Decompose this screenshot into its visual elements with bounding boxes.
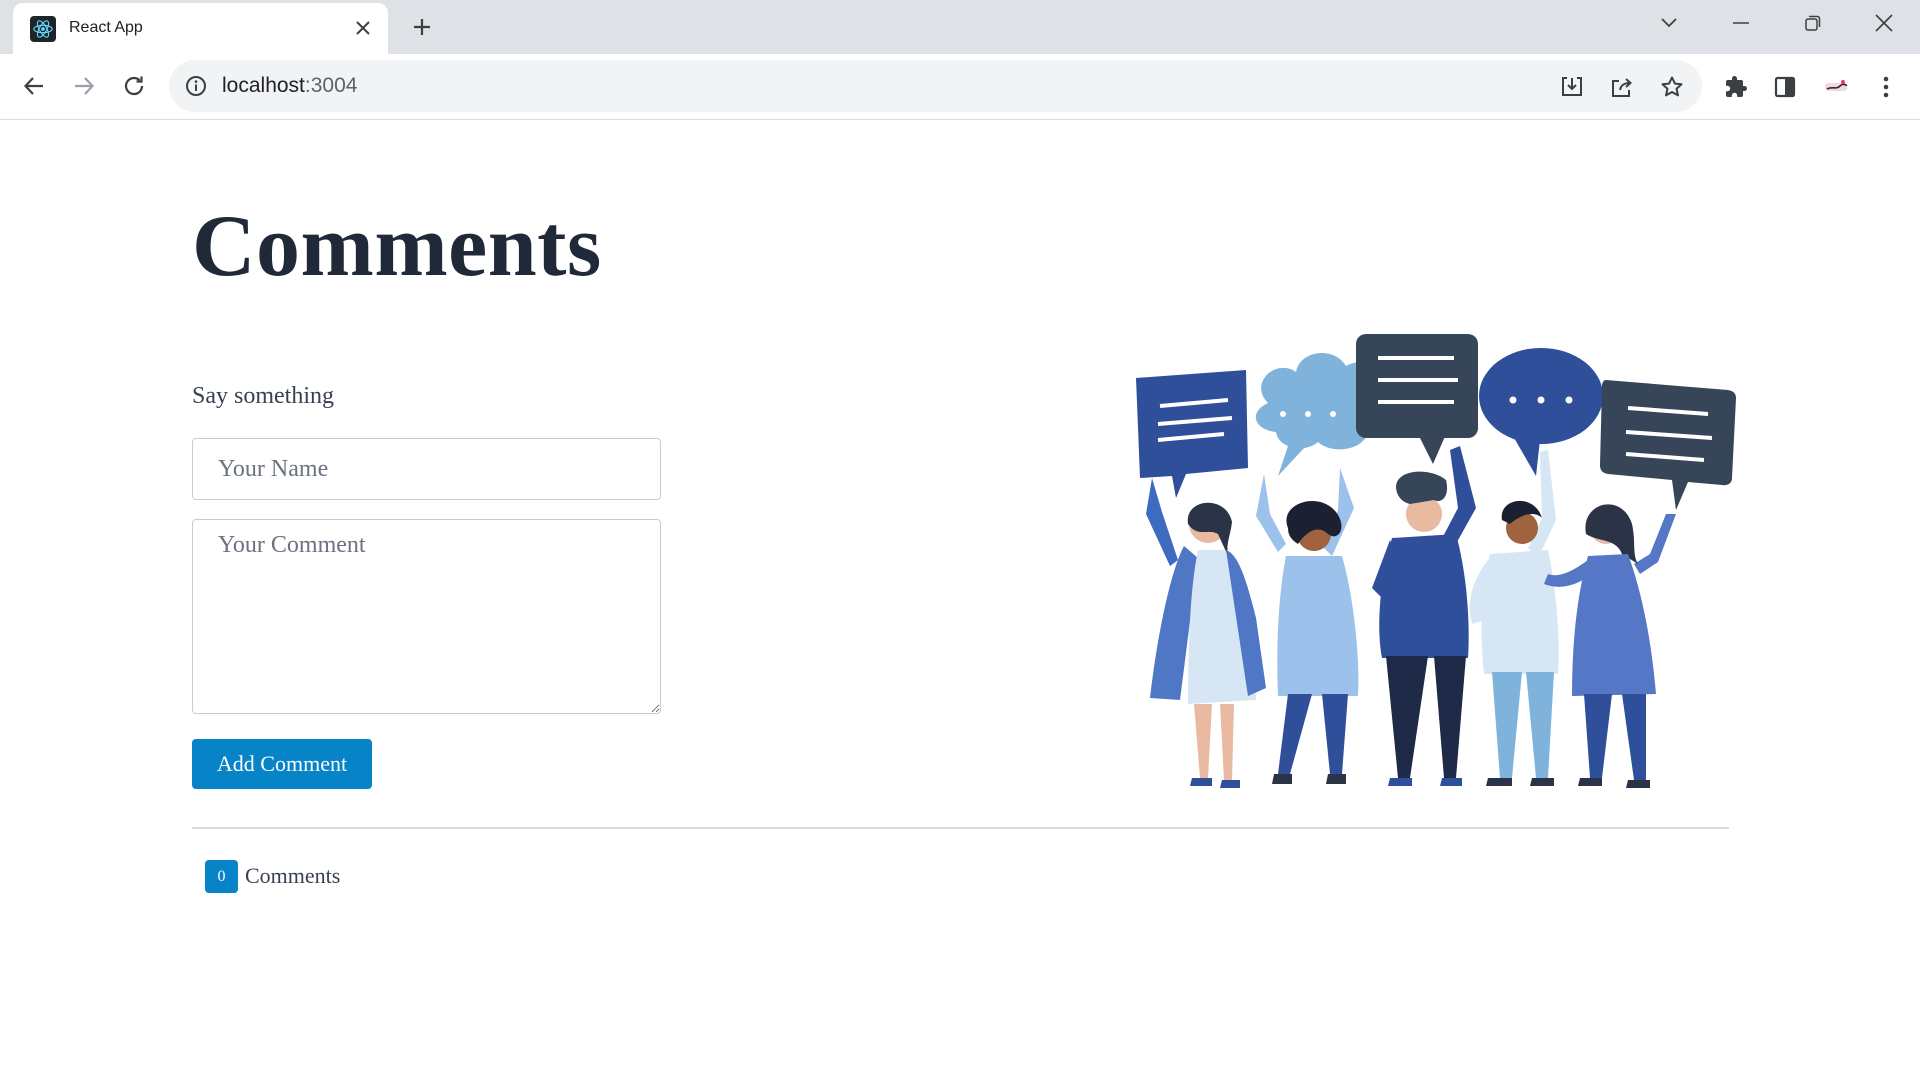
comment-count-badge: 0 xyxy=(205,860,238,893)
speech-bubble-1 xyxy=(1136,370,1248,498)
comment-textarea[interactable] xyxy=(192,519,661,714)
person-5 xyxy=(1544,504,1676,788)
form-label: Say something xyxy=(192,383,334,409)
install-app-icon[interactable] xyxy=(1557,72,1587,102)
tab-search-chevron-icon[interactable] xyxy=(1649,8,1689,38)
divider xyxy=(192,827,1729,829)
person-4 xyxy=(1469,450,1559,786)
share-icon[interactable] xyxy=(1607,72,1637,102)
bookmark-star-icon[interactable] xyxy=(1657,72,1687,102)
back-arrow-icon[interactable] xyxy=(16,68,52,104)
person-3 xyxy=(1372,446,1476,786)
react-logo-icon xyxy=(30,16,56,42)
add-comment-button[interactable]: Add Comment xyxy=(192,739,372,789)
person-1 xyxy=(1146,478,1266,788)
name-input[interactable] xyxy=(192,438,661,500)
site-info-icon[interactable] xyxy=(183,73,209,99)
person-2 xyxy=(1256,468,1359,784)
url-port: :3004 xyxy=(304,74,358,97)
minimize-icon[interactable] xyxy=(1721,8,1761,38)
comment-count-label: Comments xyxy=(245,863,341,888)
browser-tabstrip: React App xyxy=(0,0,1920,54)
new-tab-icon[interactable] xyxy=(406,11,438,43)
extensions-puzzle-icon[interactable] xyxy=(1720,71,1752,103)
close-tab-icon[interactable] xyxy=(352,17,374,39)
restore-icon[interactable] xyxy=(1793,8,1833,38)
url-text: localhost:3004 xyxy=(222,74,357,98)
page-title: Comments xyxy=(192,198,602,295)
browser-toolbar: localhost:3004 xyxy=(0,54,1920,120)
forward-arrow-icon[interactable] xyxy=(66,68,102,104)
kebab-menu-icon[interactable] xyxy=(1870,71,1902,103)
side-panel-icon[interactable] xyxy=(1769,71,1801,103)
address-bar[interactable]: localhost:3004 xyxy=(169,60,1702,112)
profile-avatar-icon[interactable] xyxy=(1820,71,1852,103)
url-host: localhost xyxy=(222,74,305,97)
close-window-icon[interactable] xyxy=(1864,8,1904,38)
people-speech-bubbles-illustration xyxy=(1136,334,1736,788)
reload-icon[interactable] xyxy=(116,68,152,104)
browser-tab[interactable]: React App xyxy=(13,3,388,54)
tab-title: React App xyxy=(69,19,143,36)
speech-bubble-3 xyxy=(1356,334,1478,464)
speech-bubble-5 xyxy=(1600,380,1736,510)
